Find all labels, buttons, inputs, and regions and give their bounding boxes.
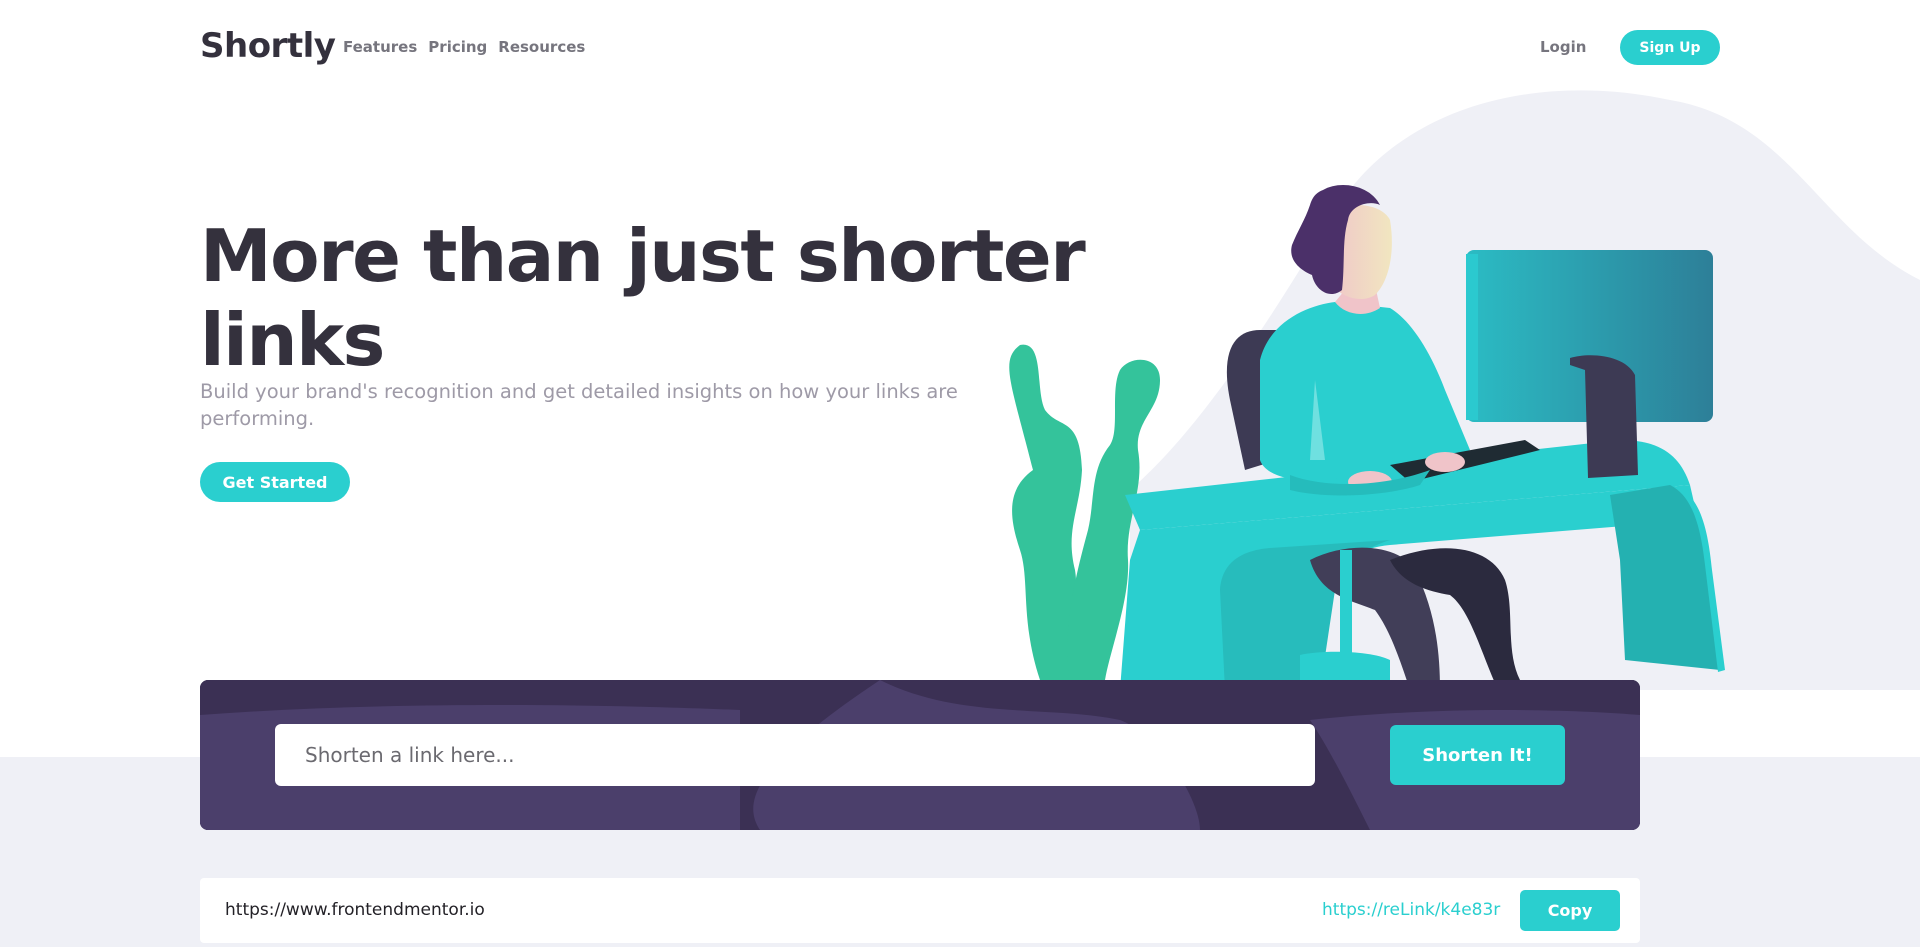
get-started-button[interactable]: Get Started xyxy=(200,462,350,502)
shorten-button[interactable]: Shorten It! xyxy=(1390,725,1565,785)
result-row: https://www.frontendmentor.io https://re… xyxy=(200,878,1640,943)
login-link[interactable]: Login xyxy=(1540,38,1586,56)
main-nav: Features Pricing Resources xyxy=(343,38,585,56)
nav-features[interactable]: Features xyxy=(343,38,417,56)
logo[interactable]: Shortly xyxy=(200,26,336,66)
hero-subtitle: Build your brand's recognition and get d… xyxy=(200,380,958,430)
nav-pricing[interactable]: Pricing xyxy=(428,38,487,56)
signup-button[interactable]: Sign Up xyxy=(1620,30,1720,65)
hero-title: More than just shorter links xyxy=(200,214,1086,382)
copy-button[interactable]: Copy xyxy=(1520,890,1620,931)
working-person-illustration xyxy=(1009,90,1920,690)
original-url: https://www.frontendmentor.io xyxy=(225,900,485,920)
nav-resources[interactable]: Resources xyxy=(498,38,585,56)
link-input[interactable] xyxy=(275,724,1315,786)
short-url[interactable]: https://reLink/k4e83r xyxy=(1322,900,1500,920)
shorten-panel: Shorten It! xyxy=(200,680,1640,830)
